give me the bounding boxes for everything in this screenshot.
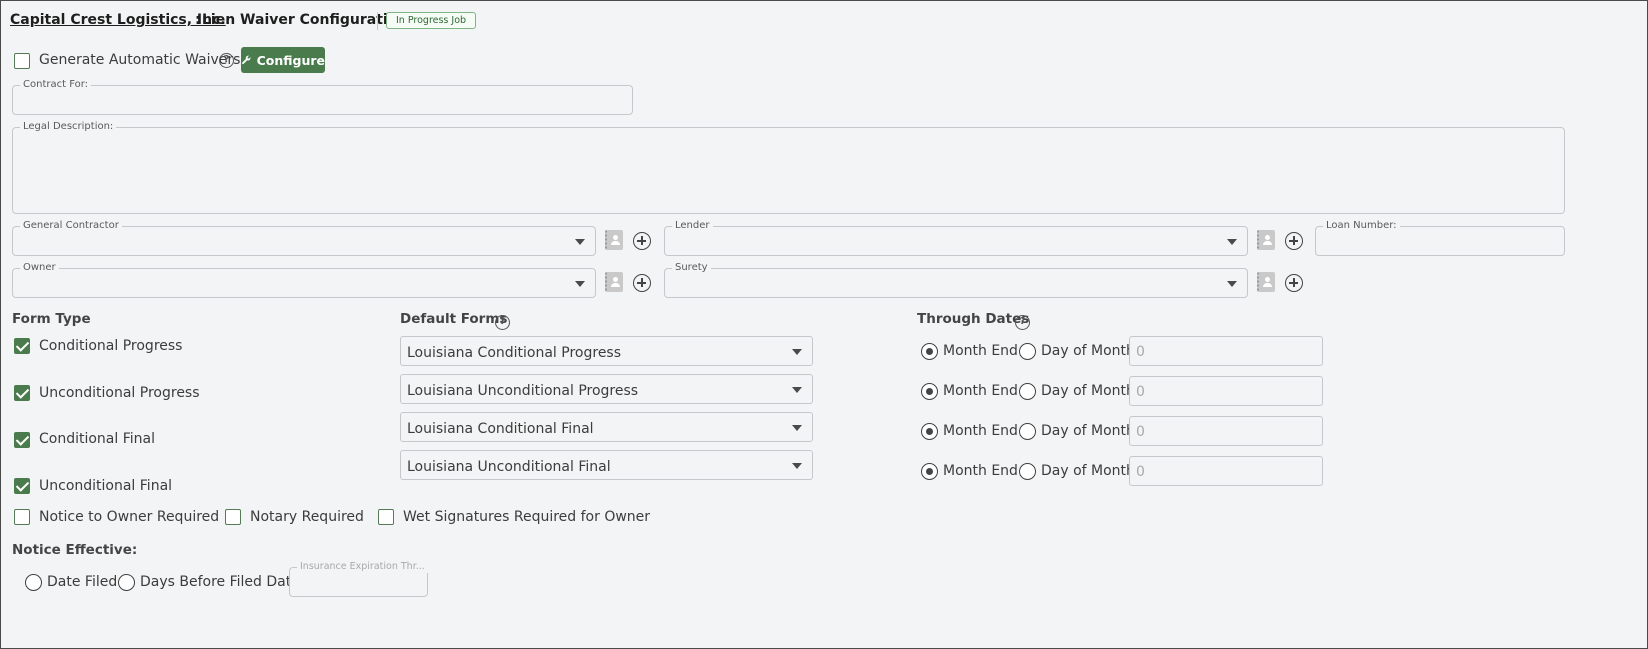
day-of-month-input[interactable]: 0 <box>1129 416 1323 446</box>
days-before-filed-label: Days Before Filed Date: <box>140 574 305 590</box>
date-filed-radio[interactable] <box>25 574 42 591</box>
configure-button[interactable]: Configure <box>241 47 325 73</box>
day-of-month-label: Day of Month <box>1041 423 1135 439</box>
help-icon[interactable]: ? <box>1015 315 1030 330</box>
unconditional-final-checkbox[interactable] <box>14 478 30 494</box>
form-type-label: Conditional Progress <box>39 338 183 354</box>
help-icon[interactable]: ? <box>495 315 510 330</box>
form-type-label: Unconditional Final <box>39 478 173 494</box>
insurance-expiration-input[interactable]: Insurance Expiration Thr... <box>289 561 428 597</box>
month-end-radio[interactable] <box>921 383 938 400</box>
default-form-select[interactable]: Louisiana Conditional Progress <box>400 336 813 366</box>
contract-for-field[interactable]: Contract For: <box>12 79 633 115</box>
form-type-label: Unconditional Progress <box>39 385 200 401</box>
default-form-value: Louisiana Unconditional Progress <box>407 383 639 399</box>
default-form-select[interactable]: Louisiana Unconditional Progress <box>400 374 813 404</box>
day-of-month-label: Day of Month <box>1041 343 1135 359</box>
day-of-month-value: 0 <box>1136 384 1145 400</box>
chevron-down-icon <box>1227 239 1237 245</box>
day-of-month-input[interactable]: 0 <box>1129 376 1323 406</box>
month-end-label: Month End <box>943 343 1018 359</box>
insurance-expiration-placeholder: Insurance Expiration Thr... <box>297 561 428 573</box>
generate-automatic-waivers-label: Generate Automatic Waivers <box>39 52 241 68</box>
chevron-down-icon <box>575 281 585 287</box>
lender-select[interactable]: Lender <box>664 220 1248 256</box>
title-separator: : <box>195 12 201 28</box>
legal-description-label: Legal Description: <box>20 121 117 133</box>
form-type-label: Conditional Final <box>39 431 155 447</box>
month-end-label: Month End <box>943 463 1018 479</box>
month-end-label: Month End <box>943 423 1018 439</box>
contact-book-icon[interactable] <box>605 230 623 250</box>
chevron-down-icon <box>792 387 802 393</box>
surety-label: Surety <box>672 262 711 274</box>
through-dates-heading: Through Dates <box>917 311 1030 327</box>
general-contractor-select[interactable]: General Contractor <box>12 220 596 256</box>
month-end-label: Month End <box>943 383 1018 399</box>
day-of-month-radio[interactable] <box>1019 423 1036 440</box>
notary-required-label: Notary Required <box>250 509 364 525</box>
surety-select[interactable]: Surety <box>664 262 1248 298</box>
chevron-down-icon <box>792 425 802 431</box>
contact-book-icon[interactable] <box>1257 272 1275 292</box>
chevron-down-icon <box>792 463 802 469</box>
add-circle-icon[interactable] <box>1285 232 1303 250</box>
notice-to-owner-label: Notice to Owner Required <box>39 509 220 525</box>
owner-select[interactable]: Owner <box>12 262 596 298</box>
add-circle-icon[interactable] <box>633 232 651 250</box>
default-form-select[interactable]: Louisiana Unconditional Final <box>400 450 813 480</box>
status-badge: In Progress Job <box>386 12 477 29</box>
contact-book-icon[interactable] <box>605 272 623 292</box>
owner-label: Owner <box>20 262 59 274</box>
wet-signatures-checkbox[interactable] <box>378 509 394 525</box>
add-circle-icon[interactable] <box>633 274 651 292</box>
notice-to-owner-checkbox[interactable] <box>14 509 30 525</box>
default-forms-heading: Default Forms <box>400 311 508 327</box>
lien-waiver-config-page: Capital Crest Logistics, Inc. : Lien Wai… <box>0 0 1648 649</box>
generate-automatic-waivers-checkbox[interactable] <box>14 53 30 69</box>
contact-book-icon[interactable] <box>1257 230 1275 250</box>
day-of-month-input[interactable]: 0 <box>1129 336 1323 366</box>
loan-number-field[interactable]: Loan Number: <box>1315 220 1565 256</box>
general-contractor-label: General Contractor <box>20 220 122 232</box>
default-form-select[interactable]: Louisiana Conditional Final <box>400 412 813 442</box>
month-end-radio[interactable] <box>921 423 938 440</box>
configure-button-label: Configure <box>256 52 325 68</box>
loan-number-label: Loan Number: <box>1323 220 1400 232</box>
legal-description-field[interactable]: Legal Description: <box>12 121 1565 214</box>
date-filed-label: Date Filed <box>47 574 118 590</box>
conditional-progress-checkbox[interactable] <box>14 338 30 354</box>
default-form-value: Louisiana Conditional Progress <box>407 345 622 361</box>
month-end-radio[interactable] <box>921 463 938 480</box>
month-end-radio[interactable] <box>921 343 938 360</box>
conditional-final-checkbox[interactable] <box>14 432 30 448</box>
add-circle-icon[interactable] <box>1285 274 1303 292</box>
chevron-down-icon <box>1227 281 1237 287</box>
day-of-month-label: Day of Month <box>1041 463 1135 479</box>
days-before-filed-radio[interactable] <box>118 574 135 591</box>
lender-label: Lender <box>672 220 713 232</box>
unconditional-progress-checkbox[interactable] <box>14 385 30 401</box>
default-form-value: Louisiana Unconditional Final <box>407 459 611 475</box>
company-name-link[interactable]: Capital Crest Logistics, Inc. <box>10 12 226 28</box>
day-of-month-radio[interactable] <box>1019 383 1036 400</box>
chevron-down-icon <box>575 239 585 245</box>
notice-effective-heading: Notice Effective: <box>12 542 138 558</box>
chevron-down-icon <box>792 349 802 355</box>
wrench-icon <box>242 55 251 65</box>
contract-for-label: Contract For: <box>20 79 92 91</box>
default-form-value: Louisiana Conditional Final <box>407 421 594 437</box>
day-of-month-label: Day of Month <box>1041 383 1135 399</box>
day-of-month-value: 0 <box>1136 344 1145 360</box>
day-of-month-radio[interactable] <box>1019 343 1036 360</box>
day-of-month-value: 0 <box>1136 424 1145 440</box>
header-divider <box>377 12 378 30</box>
form-type-heading: Form Type <box>12 311 91 327</box>
day-of-month-input[interactable]: 0 <box>1129 456 1323 486</box>
wet-signatures-label: Wet Signatures Required for Owner <box>403 509 651 525</box>
day-of-month-value: 0 <box>1136 464 1145 480</box>
day-of-month-radio[interactable] <box>1019 463 1036 480</box>
help-icon[interactable]: ? <box>219 53 234 68</box>
notary-required-checkbox[interactable] <box>225 509 241 525</box>
